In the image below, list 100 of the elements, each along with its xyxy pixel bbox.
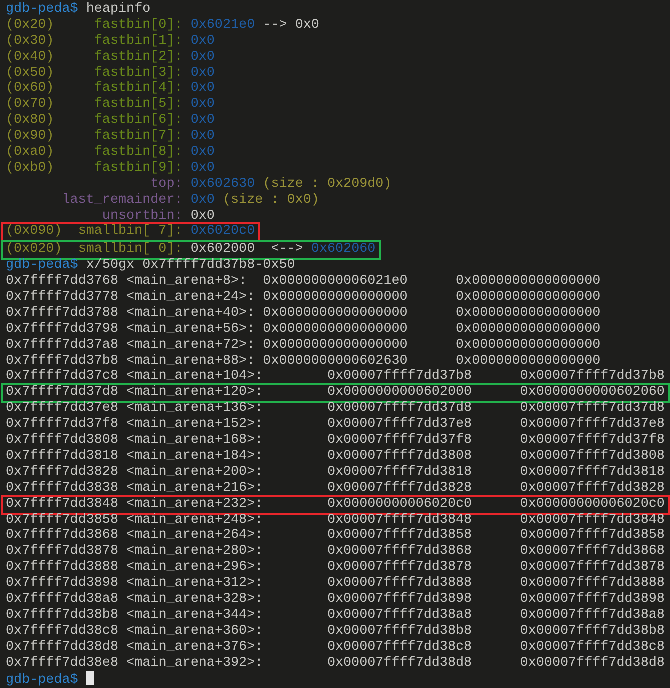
- memory-address: 0x7ffff7dd3778: [6, 290, 118, 306]
- memory-value: 0x00007ffff7dd3818: [327, 464, 472, 480]
- memory-value: 0x00007ffff7dd37d8: [327, 401, 472, 416]
- memory-value: 0x0000000000000000: [456, 290, 601, 306]
- memory-value: 0x00007ffff7dd38b8: [327, 624, 472, 639]
- bin-size: (0x90): [6, 129, 54, 145]
- memory-value: 0x0000000000000000: [263, 338, 408, 353]
- prompt-text: gdb-peda$: [6, 673, 78, 688]
- memory-address: 0x7ffff7dd38c8: [6, 624, 118, 639]
- bin-value: 0x0: [295, 18, 320, 33]
- symbol-label: <main_arena+40>:: [126, 306, 256, 321]
- bin-label: smallbin[ 7]:: [78, 224, 183, 240]
- bin-size: (0x60): [6, 81, 54, 97]
- bin-value: <-->: [271, 242, 304, 258]
- memory-value: 0x00007ffff7dd3848: [327, 512, 472, 528]
- memory-value: 0x0000000000000000: [456, 354, 601, 369]
- memory-address: 0x7ffff7dd37c8: [6, 369, 118, 384]
- memory-value: 0x00007ffff7dd37b8: [520, 369, 665, 384]
- symbol-label: <main_arena+72>:: [126, 338, 256, 353]
- bin-value: 0x0: [190, 192, 215, 208]
- memory-address: 0x7ffff7dd3888: [6, 560, 118, 576]
- memory-address: 0x7ffff7dd3828: [6, 464, 118, 480]
- bin-size: (0xa0): [6, 145, 54, 161]
- memory-value: 0x00007ffff7dd37e8: [520, 417, 665, 432]
- bin-label: fastbin[1]:: [94, 34, 183, 50]
- memory-value: 0x00007ffff7dd3848: [520, 512, 665, 528]
- memory-value: 0x0000000000000000: [263, 290, 408, 306]
- bin-value: 0x0: [190, 97, 215, 112]
- memory-value: 0x00007ffff7dd3868: [327, 544, 472, 560]
- symbol-label: <main_arena+8>:: [126, 274, 248, 290]
- symbol-label: <main_arena+216>:: [126, 480, 264, 496]
- memory-value: 0x00007ffff7dd3888: [520, 576, 665, 592]
- memory-value: 0x00007ffff7dd38b8: [520, 624, 665, 639]
- memory-address: 0x7ffff7dd38d8: [6, 640, 118, 655]
- bin-label: fastbin[9]:: [94, 160, 183, 177]
- bin-value: 0x0: [190, 34, 215, 49]
- memory-value: 0x00007ffff7dd3888: [327, 576, 472, 592]
- symbol-label: <main_arena+200>:: [126, 464, 264, 480]
- memory-address: 0x7ffff7dd38e8: [6, 656, 118, 671]
- bin-label: fastbin[2]:: [94, 50, 183, 66]
- memory-value: 0x00007ffff7dd3878: [327, 560, 472, 576]
- command-text: heapinfo: [86, 2, 151, 17]
- bin-label: fastbin[3]:: [94, 66, 183, 81]
- symbol-label: <main_arena+248>:: [126, 512, 264, 528]
- memory-address: 0x7ffff7dd3808: [6, 433, 118, 448]
- memory-address: 0x7ffff7dd3858: [6, 512, 118, 528]
- bin-label: unsortbin:: [102, 208, 183, 224]
- memory-value: 0x00007ffff7dd38a8: [520, 608, 665, 623]
- memory-value: 0x00007ffff7dd37f8: [327, 433, 472, 448]
- memory-address: 0x7ffff7dd3818: [6, 448, 118, 464]
- symbol-label: <main_arena+264>:: [126, 528, 264, 544]
- memory-address: 0x7ffff7dd38a8: [6, 592, 118, 607]
- bin-label: fastbin[5]:: [94, 97, 183, 113]
- symbol-label: <main_arena+24>:: [126, 290, 256, 306]
- memory-value: 0x0000000000602000: [327, 385, 472, 400]
- bin-value: (size : 0x209d0): [263, 176, 392, 192]
- bin-value: 0x0: [190, 129, 215, 144]
- memory-address: 0x7ffff7dd37e8: [6, 401, 118, 416]
- symbol-label: <main_arena+120>:: [126, 385, 264, 400]
- symbol-label: <main_arena+344>:: [126, 608, 264, 623]
- memory-value: 0x00000000006020c0: [520, 496, 665, 512]
- bin-size: (0x020): [6, 242, 62, 258]
- memory-value: 0x00007ffff7dd37f8: [520, 433, 665, 448]
- symbol-label: <main_arena+312>:: [126, 576, 264, 592]
- memory-address: 0x7ffff7dd3838: [6, 480, 118, 496]
- bin-value: 0x0: [190, 50, 215, 65]
- bin-value: 0x0: [190, 160, 215, 176]
- memory-value: 0x00007ffff7dd37d8: [520, 401, 665, 416]
- symbol-label: <main_arena+168>:: [126, 433, 264, 448]
- bin-value: 0x6021e0: [190, 18, 256, 33]
- memory-value: 0x0000000000000000: [456, 274, 601, 290]
- symbol-label: <main_arena+184>:: [126, 448, 264, 464]
- memory-value: 0x0000000000602630: [263, 354, 408, 369]
- memory-address: 0x7ffff7dd3898: [6, 576, 118, 592]
- symbol-label: <main_arena+328>:: [126, 592, 264, 607]
- memory-value: 0x00007ffff7dd37e8: [327, 417, 472, 432]
- memory-address: 0x7ffff7dd37b8: [6, 354, 118, 369]
- bin-size: (0xb0): [6, 160, 54, 177]
- bin-value: 0x6020c0: [190, 224, 256, 240]
- memory-address: 0x7ffff7dd37a8: [6, 338, 118, 353]
- bin-value: (size : 0x0): [222, 192, 320, 208]
- bin-label: fastbin[4]:: [94, 81, 183, 97]
- memory-value: 0x00007ffff7dd3898: [327, 592, 472, 607]
- bin-value: 0x602060: [311, 242, 376, 258]
- bin-size: (0x80): [6, 113, 54, 129]
- memory-address: 0x7ffff7dd3798: [6, 322, 118, 337]
- symbol-label: <main_arena+376>:: [126, 640, 264, 655]
- bin-value: -->: [263, 18, 288, 33]
- memory-value: 0x00007ffff7dd3858: [520, 528, 665, 544]
- memory-value: 0x0000000000000000: [263, 306, 408, 321]
- bin-size: (0x50): [6, 66, 54, 81]
- memory-value: 0x00007ffff7dd3898: [520, 592, 665, 607]
- bin-size: (0x40): [6, 50, 54, 66]
- memory-value: 0x00000000006021e0: [263, 274, 408, 290]
- bin-size: (0x090): [6, 224, 62, 240]
- memory-address: 0x7ffff7dd3788: [6, 306, 118, 321]
- memory-value: 0x00000000006020c0: [327, 496, 472, 512]
- bin-value: 0x602630: [190, 176, 256, 192]
- memory-address: 0x7ffff7dd3878: [6, 544, 118, 560]
- memory-value: 0x00007ffff7dd3868: [520, 544, 665, 560]
